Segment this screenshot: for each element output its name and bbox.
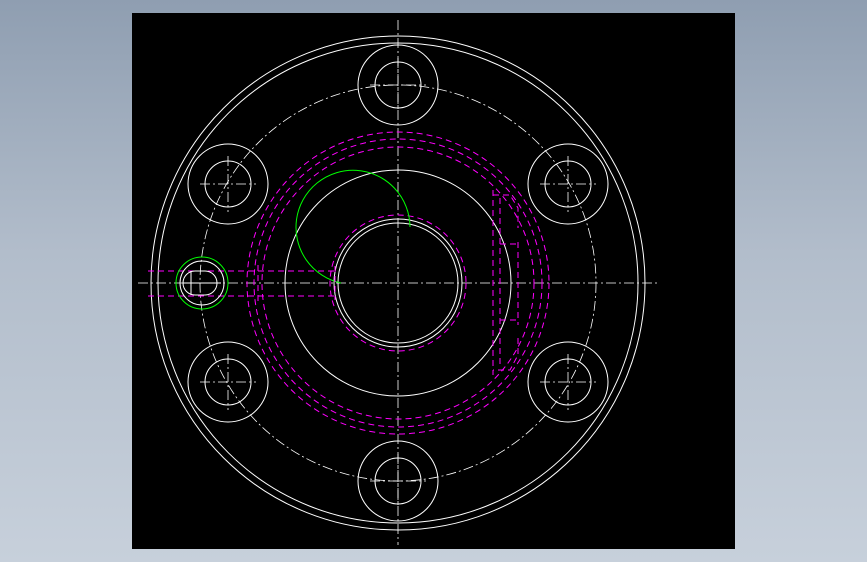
bolt-hole-bottom-left <box>187 341 269 423</box>
bore-thread-arc <box>295 169 411 284</box>
hidden-keyway-profile <box>492 190 519 375</box>
left-port-feature <box>175 256 229 310</box>
bolt-hole-top-right <box>527 143 609 225</box>
cad-drawing: .wht { stroke: #ffffff; fill: none; stro… <box>138 20 660 545</box>
bolt-hole-top-left <box>187 143 269 225</box>
bolt-hole-bottom-right <box>527 341 609 423</box>
